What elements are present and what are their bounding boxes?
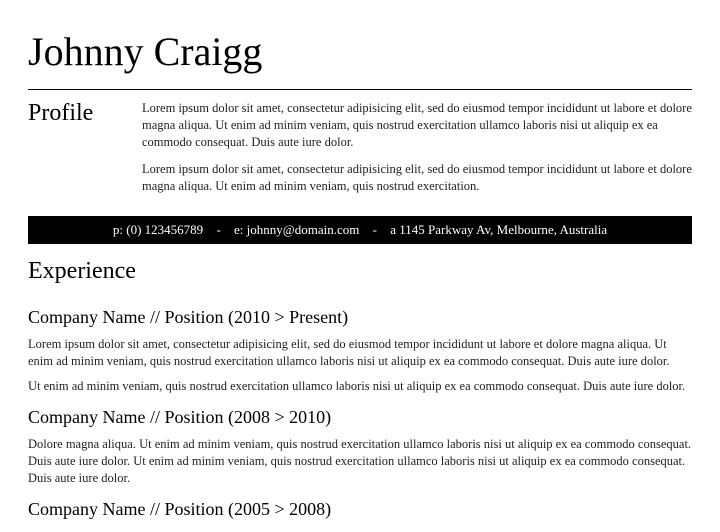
contact-phone: (0) 123456789 [126,222,203,237]
job-entry: Company Name // Position (2010 > Present… [28,307,692,395]
contact-phone-label: p: [113,222,123,237]
contact-bar: p: (0) 123456789 - e: johnny@domain.com … [28,216,692,244]
job-paragraph: Lorem ipsum dolor sit amet, consectetur … [28,336,692,370]
contact-email-label: e: [234,222,243,237]
profile-section: Profile Lorem ipsum dolor sit amet, cons… [28,100,692,204]
profile-heading: Profile [28,100,120,204]
contact-separator: - [373,222,377,237]
contact-address-label: a [390,222,396,237]
resume-name: Johnny Craigg [28,28,692,75]
job-title: Company Name // Position (2010 > Present… [28,307,692,328]
experience-heading: Experience [28,258,692,285]
contact-address: 1145 Parkway Av, Melbourne, Australia [399,222,607,237]
divider [28,89,692,90]
profile-paragraph: Lorem ipsum dolor sit amet, consectetur … [142,161,692,195]
contact-separator: - [216,222,220,237]
profile-paragraph: Lorem ipsum dolor sit amet, consectetur … [142,100,692,151]
job-body: Lorem ipsum dolor sit amet, consectetur … [28,336,692,395]
contact-email: johnny@domain.com [247,222,360,237]
job-body: Dolore magna aliqua. Ut enim ad minim ve… [28,436,692,487]
job-title: Company Name // Position (2008 > 2010) [28,407,692,428]
profile-body: Lorem ipsum dolor sit amet, consectetur … [142,100,692,204]
job-entry: Company Name // Position (2008 > 2010) D… [28,407,692,487]
job-title: Company Name // Position (2005 > 2008) [28,499,692,520]
job-paragraph: Dolore magna aliqua. Ut enim ad minim ve… [28,436,692,487]
job-paragraph: Ut enim ad minim veniam, quis nostrud ex… [28,378,692,395]
job-entry: Company Name // Position (2005 > 2008) [28,499,692,520]
